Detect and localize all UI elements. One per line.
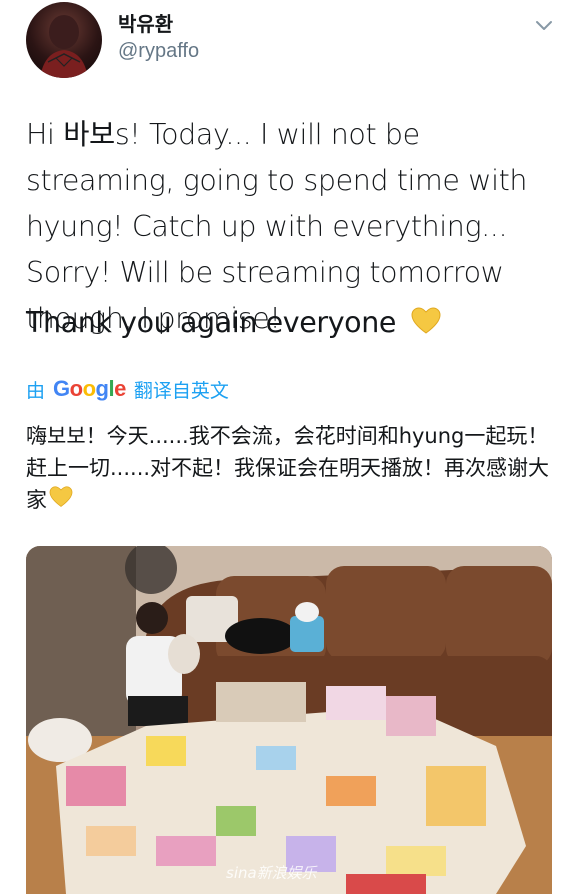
tweet-header: 박유환 @rypaffo xyxy=(26,0,556,84)
tweet-thanks-text: Thank you again everyone xyxy=(26,306,397,339)
tweet-photo[interactable]: sina新浪娱乐 xyxy=(26,546,552,894)
translate-prefix: 由 xyxy=(26,379,46,402)
translation-attribution[interactable]: 由 Google 翻译自英文 xyxy=(26,374,229,404)
avatar[interactable] xyxy=(26,2,102,78)
tweet-thanks-line: Thank you again everyone xyxy=(26,306,441,342)
yellow-heart-icon xyxy=(411,306,441,342)
user-handle[interactable]: @rypaffo xyxy=(118,40,199,63)
translated-text: 嗨보보！今天......我不会流，会花时间和hyung一起玩！赶上一切.....… xyxy=(26,420,550,517)
translated-body: 嗨보보！今天......我不会流，会花时间和hyung一起玩！赶上一切.....… xyxy=(26,424,550,512)
chevron-down-icon[interactable] xyxy=(534,16,554,36)
photo-watermark: sina新浪娱乐 xyxy=(226,864,317,882)
display-name[interactable]: 박유환 xyxy=(118,8,173,37)
translate-suffix[interactable]: 翻译自英文 xyxy=(134,376,229,403)
yellow-heart-icon xyxy=(49,485,73,517)
google-logo: Google xyxy=(53,376,126,401)
